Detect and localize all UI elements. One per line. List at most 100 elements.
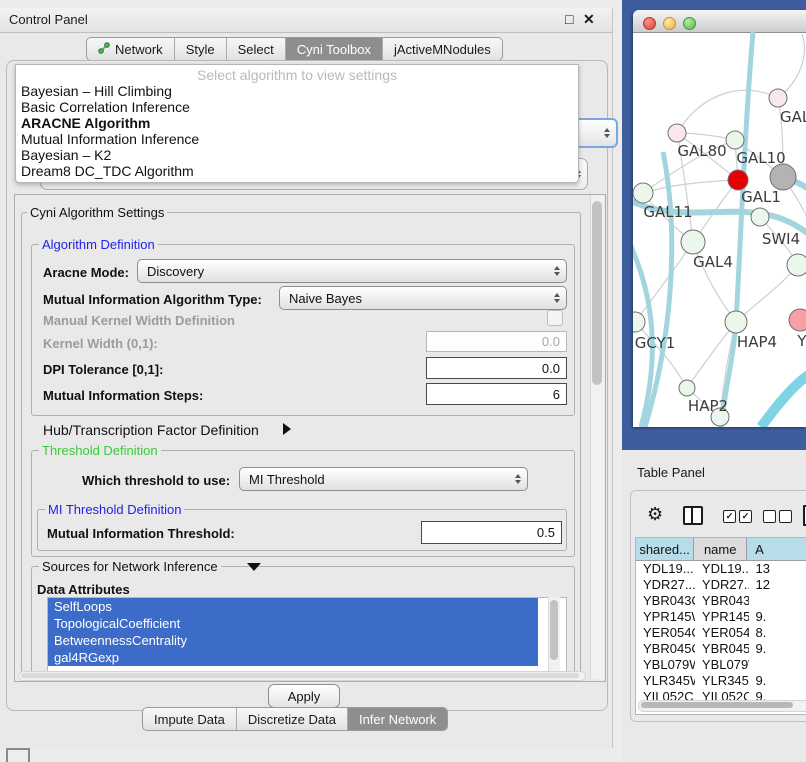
table-cell: YBR043C [695,593,749,609]
table-cell: 8. [749,625,806,641]
cyni-algorithm-settings-title: Cyni Algorithm Settings [27,205,167,220]
node-hap2[interactable] [679,380,695,396]
algorithm-option[interactable]: Mutual Information Inference [21,131,199,147]
mi-threshold-definition-title: MI Threshold Definition [45,502,184,517]
cyni-algorithm-settings-pane: Cyni Algorithm Settings Algorithm Defini… [14,194,606,682]
mi-threshold-field[interactable]: 0.5 [421,521,562,544]
node-attribute-table[interactable]: shared... name A YDL19... YDL19... 13 YD… [635,537,806,715]
node-right[interactable] [787,254,806,276]
table-row[interactable]: YDL19... YDL19... 13 [636,561,806,577]
node-y-pink[interactable] [789,309,806,331]
tab-jactivemnodules[interactable]: jActiveMNodules [383,38,502,60]
algorithm-option[interactable]: Bayesian – K2 [21,147,111,163]
data-attributes-list[interactable]: SelfLoops TopologicalCoefficient Between… [47,597,567,674]
table-row[interactable]: YBR045C YBR045C 9. [636,641,806,657]
table-row[interactable]: YDR27... YDR27... 12 [636,577,806,593]
stepper-icon [554,293,560,303]
node-gal4[interactable] [681,230,705,254]
node-gal80[interactable] [668,124,686,142]
aracne-mode-combobox[interactable]: Discovery [137,259,567,283]
apply-button[interactable]: Apply [268,684,340,708]
table-cell: YER054C [695,625,749,641]
algorithm-option[interactable]: Bayesian – Hill Climbing [21,83,172,99]
columns-icon[interactable] [683,506,703,525]
tab-network[interactable]: Network [87,38,175,60]
tab-discretize-data[interactable]: Discretize Data [237,708,348,730]
expand-right-icon[interactable] [283,423,291,435]
table-row[interactable]: YPR145W YPR145W 9. [636,609,806,625]
list-item[interactable]: BetweennessCentrality [48,632,538,649]
table-cell: 12 [749,577,806,593]
node-label: GAL10 [736,149,785,167]
list-item[interactable]: SelfLoops [48,598,538,615]
node-swi4[interactable] [751,208,769,226]
float-icon[interactable]: □ [565,11,573,27]
settings-horizontal-scrollbar[interactable] [18,671,586,681]
unchecked-checkbox-icon[interactable] [779,510,792,523]
aracne-mode-label: Aracne Mode: [43,265,129,280]
column-header[interactable]: shared... [636,538,694,560]
dpi-tolerance-value: 0.0 [542,361,560,376]
network-canvas[interactable]: GAL GAL80 GAL10 GAL1 GAL11 SWI4 GAL4 GCY… [633,32,806,427]
algorithm-option[interactable]: Dream8 DC_TDC Algorithm [21,163,194,179]
mi-algorithm-type-value: Naive Bayes [289,291,362,306]
tab-infer-network[interactable]: Infer Network [348,708,447,730]
table-cell: YBR045C [636,641,695,657]
close-icon[interactable]: ✕ [583,11,595,28]
tab-style[interactable]: Style [175,38,227,60]
table-row[interactable]: YLR345W YLR345W 9. [636,673,806,689]
checked-checkbox-icon[interactable]: ✓ [723,510,736,523]
collapse-down-icon[interactable] [247,563,261,571]
table-cell: YDR27... [636,577,695,593]
kernel-width-field: 0.0 [426,331,567,352]
close-traffic-icon[interactable] [643,17,656,30]
gear-icon[interactable]: ⚙ [647,504,663,525]
node-gal11[interactable] [633,183,653,203]
kernel-width-label: Kernel Width (0,1): [43,336,158,351]
dpi-tolerance-field[interactable]: 0.0 [426,357,567,379]
table-row[interactable]: YER054C YER054C 8. [636,625,806,641]
algorithm-option-aracne[interactable]: ARACNE Algorithm [21,115,150,131]
stepper-icon [515,474,521,484]
manual-kernel-width-label: Manual Kernel Width Definition [43,313,235,328]
table-row[interactable]: YBL079W YBL079W [636,657,806,673]
algorithm-option[interactable]: Basic Correlation Inference [21,99,190,115]
mi-algorithm-type-combobox[interactable]: Naive Bayes [279,286,567,310]
node-gray[interactable] [770,164,796,190]
tab-network-label: Network [115,42,163,57]
list-vertical-scrollbar[interactable] [548,597,560,672]
mi-steps-field[interactable]: 6 [426,383,567,405]
manual-kernel-width-checkbox[interactable] [547,310,563,326]
network-window-titlebar[interactable] [633,10,806,33]
which-threshold-label: Which threshold to use: [82,473,230,488]
table-row[interactable]: YBR043C YBR043C [636,593,806,609]
checked-checkbox-icon[interactable]: ✓ [739,510,752,523]
zoom-traffic-icon[interactable] [683,17,696,30]
node-hap4[interactable] [725,311,747,333]
settings-vertical-scrollbar[interactable] [590,195,604,679]
kernel-width-value: 0.0 [542,334,560,349]
node-gcy1[interactable] [633,312,645,332]
unchecked-checkbox-icon[interactable] [763,510,776,523]
tab-cyni-toolbox[interactable]: Cyni Toolbox [286,38,383,60]
tab-select[interactable]: Select [227,38,286,60]
minimize-traffic-icon[interactable] [663,17,676,30]
which-threshold-combobox[interactable]: MI Threshold [239,467,528,491]
inference-algorithm-combobox-edge[interactable] [574,118,618,148]
node-gal10[interactable] [726,131,744,149]
node-gal1-selected[interactable] [728,170,748,190]
table-cell: YER054C [636,625,695,641]
list-item[interactable]: TopologicalCoefficient [48,615,538,632]
node-gal-top[interactable] [769,89,787,107]
column-header[interactable]: A [747,538,806,560]
tab-impute-data[interactable]: Impute Data [143,708,237,730]
algorithm-dropdown-popup: Select algorithm to view settings Bayesi… [15,64,579,183]
network-view-window: GAL GAL80 GAL10 GAL1 GAL11 SWI4 GAL4 GCY… [633,10,806,427]
network-desktop: GAL GAL80 GAL10 GAL1 GAL11 SWI4 GAL4 GCY… [622,0,806,450]
list-item[interactable]: gal4RGexp [48,649,538,666]
panel-toggle-icon[interactable] [6,748,30,762]
column-header[interactable]: name [694,538,747,560]
control-panel-titlebar: Control Panel □ ✕ [0,8,612,33]
table-horizontal-scrollbar[interactable] [638,700,806,712]
table-cell: YPR145W [695,609,749,625]
